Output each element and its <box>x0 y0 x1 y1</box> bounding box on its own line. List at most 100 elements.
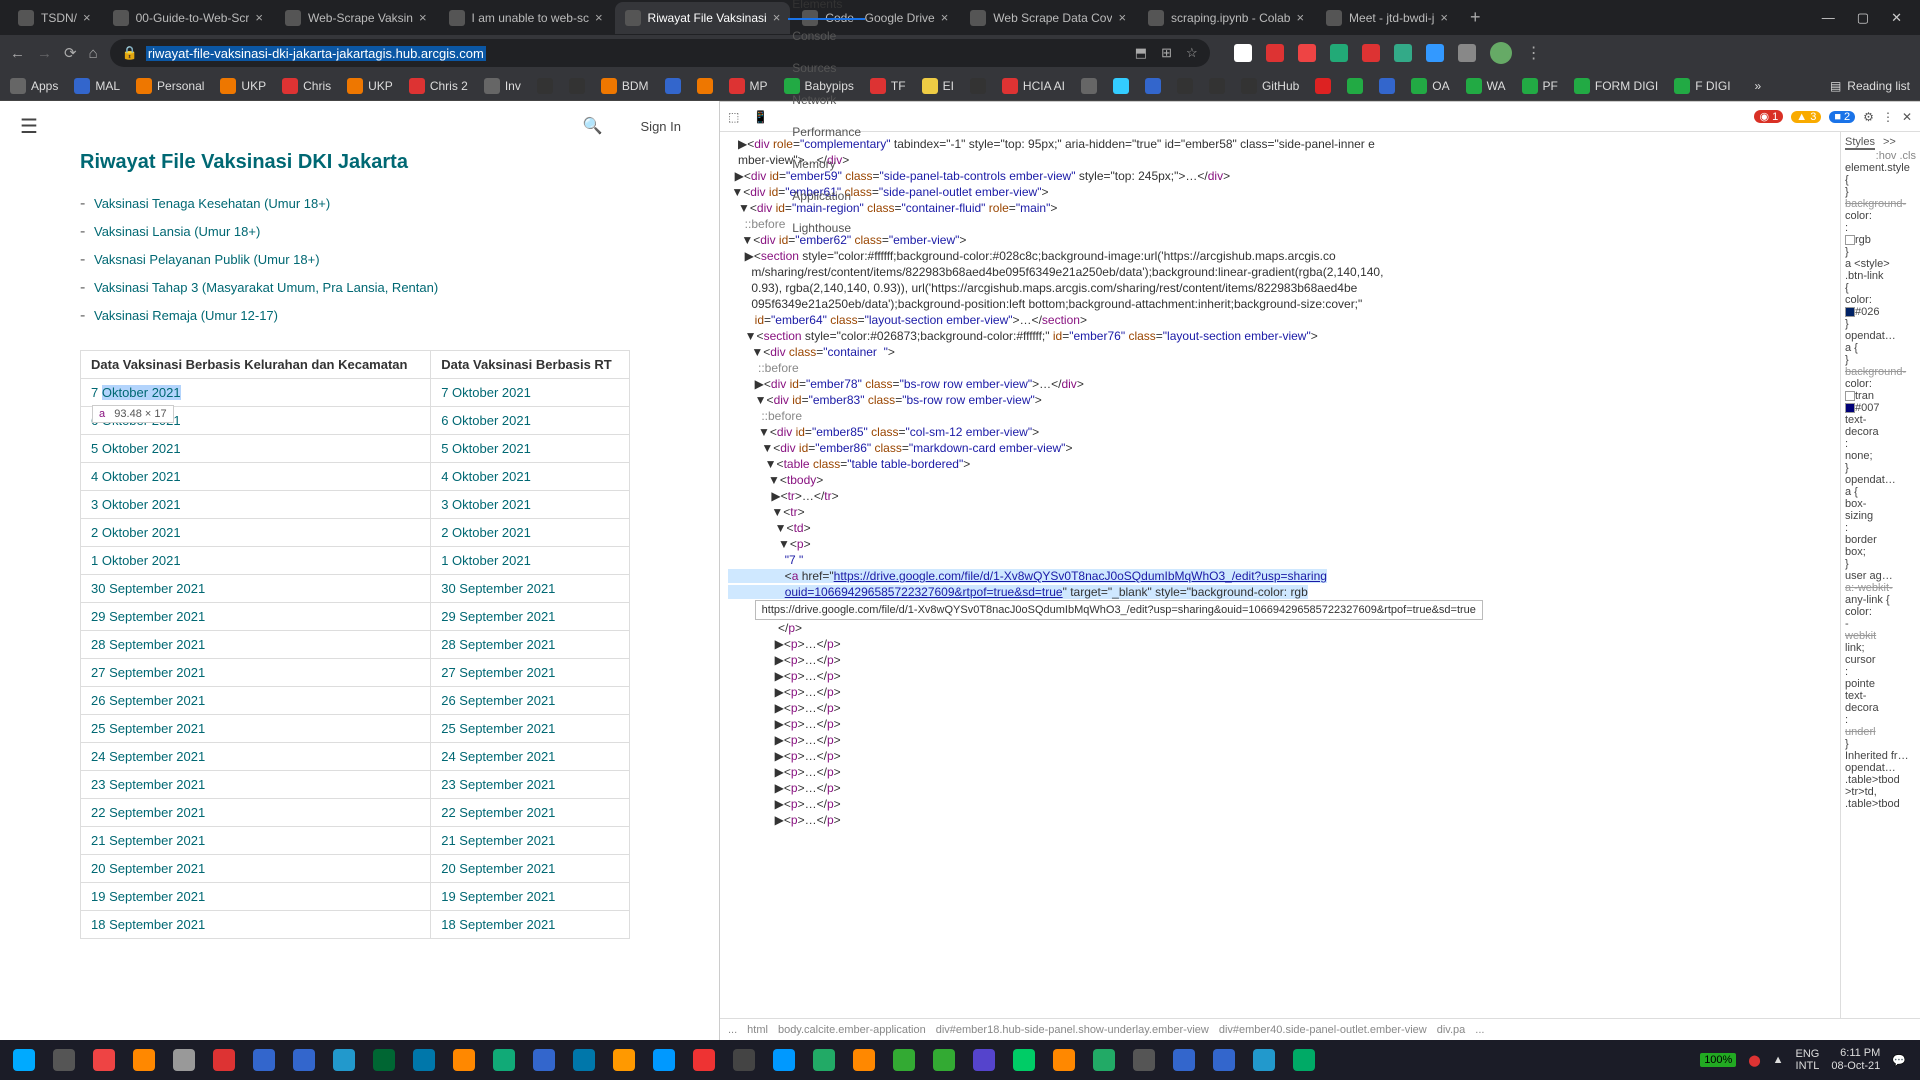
hamburger-icon[interactable]: ☰ <box>20 114 38 139</box>
taskbar-app[interactable] <box>1086 1044 1122 1076</box>
taskbar-app[interactable] <box>846 1044 882 1076</box>
date-link[interactable]: 22 September 2021 <box>441 805 555 820</box>
devtools-tab[interactable]: Lighthouse <box>788 212 865 244</box>
more-icon[interactable]: ⋮ <box>1882 110 1894 124</box>
input-lang[interactable]: ENG <box>1796 1048 1820 1060</box>
date-link[interactable]: 7 Oktober 2021 <box>91 385 181 400</box>
taskbar-app[interactable] <box>1286 1044 1322 1076</box>
search-icon[interactable]: 🔍 <box>583 116 603 136</box>
taskbar-app[interactable] <box>86 1044 122 1076</box>
date-link[interactable]: 2 Oktober 2021 <box>441 525 531 540</box>
date-link[interactable]: 5 Oktober 2021 <box>91 441 181 456</box>
taskbar-app[interactable] <box>206 1044 242 1076</box>
warning-badge[interactable]: ▲ 3 <box>1791 111 1821 123</box>
vaccination-link[interactable]: Vaksnasi Pelayanan Publik (Umur 18+) <box>94 252 320 267</box>
address-bar[interactable]: 🔒 riwayat-file-vaksinasi-dki-jakarta-jak… <box>110 39 1210 67</box>
tab-close-icon[interactable]: × <box>1118 10 1126 25</box>
date-link[interactable]: 3 Oktober 2021 <box>91 497 181 512</box>
taskbar-app[interactable] <box>126 1044 162 1076</box>
bookmark[interactable]: Apps <box>10 78 58 94</box>
bookmark[interactable] <box>970 78 986 94</box>
bookmark[interactable] <box>697 78 713 94</box>
translate-icon[interactable]: ⊞ <box>1161 45 1172 61</box>
taskbar-app[interactable] <box>646 1044 682 1076</box>
bookmark[interactable] <box>569 78 585 94</box>
close-icon[interactable]: ✕ <box>1891 10 1902 26</box>
error-badge[interactable]: ◉ 1 <box>1754 110 1783 123</box>
ext-icon[interactable] <box>1266 44 1284 62</box>
date-link[interactable]: 20 September 2021 <box>91 861 205 876</box>
date-link[interactable]: 26 September 2021 <box>91 693 205 708</box>
bookmark[interactable] <box>1145 78 1161 94</box>
date-link[interactable]: 22 September 2021 <box>91 805 205 820</box>
taskbar-app[interactable] <box>166 1044 202 1076</box>
devtools-tab[interactable]: Application <box>788 180 865 212</box>
bookmark[interactable] <box>1209 78 1225 94</box>
date-link[interactable]: 18 September 2021 <box>441 917 555 932</box>
taskbar-app[interactable] <box>446 1044 482 1076</box>
browser-tab[interactable]: Web Scrape Data Cov× <box>960 2 1136 34</box>
taskbar-app[interactable] <box>1246 1044 1282 1076</box>
taskbar-app[interactable] <box>726 1044 762 1076</box>
browser-tab[interactable]: Web-Scrape Vaksin× <box>275 2 437 34</box>
bookmark[interactable]: Chris <box>282 78 331 94</box>
vaccination-link[interactable]: Vaksinasi Tenaga Kesehatan (Umur 18+) <box>94 196 330 211</box>
taskbar-app[interactable] <box>326 1044 362 1076</box>
info-badge[interactable]: ■ 2 <box>1829 111 1855 123</box>
forward-icon[interactable]: → <box>37 45 52 62</box>
date-link[interactable]: 30 September 2021 <box>441 581 555 596</box>
bookmark[interactable] <box>1113 78 1129 94</box>
date-link[interactable]: 4 Oktober 2021 <box>91 469 181 484</box>
bookmark[interactable]: Personal <box>136 78 204 94</box>
ext-icon[interactable] <box>1298 44 1316 62</box>
gear-icon[interactable]: ⚙ <box>1863 110 1874 124</box>
tab-close-icon[interactable]: × <box>255 10 263 25</box>
date-link[interactable]: 18 September 2021 <box>91 917 205 932</box>
taskbar-app[interactable] <box>966 1044 1002 1076</box>
bookmark[interactable]: TF <box>870 78 906 94</box>
date-link[interactable]: 28 September 2021 <box>441 637 555 652</box>
tab-close-icon[interactable]: × <box>595 10 603 25</box>
date-link[interactable]: 23 September 2021 <box>91 777 205 792</box>
devtools-tab[interactable]: Sources <box>788 52 865 84</box>
bookmark[interactable]: UKP <box>347 78 393 94</box>
taskbar-app[interactable] <box>286 1044 322 1076</box>
ext-icon[interactable] <box>1330 44 1348 62</box>
close-icon[interactable]: ✕ <box>1902 110 1912 124</box>
bookmark[interactable]: EI <box>922 78 954 94</box>
breadcrumb[interactable]: ...htmlbody.calcite.ember-applicationdiv… <box>720 1018 1920 1040</box>
new-tab-button[interactable]: + <box>1460 7 1491 28</box>
taskbar-app[interactable] <box>606 1044 642 1076</box>
bookmark[interactable]: WA <box>1466 78 1506 94</box>
bookmark[interactable]: UKP <box>220 78 266 94</box>
date-link[interactable]: 21 September 2021 <box>91 833 205 848</box>
browser-tab[interactable]: 00-Guide-to-Web-Scr× <box>103 2 273 34</box>
vaccination-link[interactable]: Vaksinasi Tahap 3 (Masyarakat Umum, Pra … <box>94 280 438 295</box>
bookmark[interactable]: MP <box>729 78 768 94</box>
bookmark[interactable]: GitHub <box>1241 78 1299 94</box>
maximize-icon[interactable]: ▢ <box>1857 10 1869 26</box>
notifications-icon[interactable]: 💬 <box>1892 1054 1906 1067</box>
crumb[interactable]: ... <box>1475 1024 1484 1036</box>
date-link[interactable]: 2 Oktober 2021 <box>91 525 181 540</box>
minimize-icon[interactable]: — <box>1822 10 1835 26</box>
taskbar-app[interactable] <box>926 1044 962 1076</box>
ext-icon[interactable] <box>1426 44 1444 62</box>
date-link[interactable]: 25 September 2021 <box>91 721 205 736</box>
taskbar-app[interactable] <box>46 1044 82 1076</box>
taskbar-app[interactable] <box>1126 1044 1162 1076</box>
date-link[interactable]: 24 September 2021 <box>441 749 555 764</box>
taskbar-app[interactable] <box>1166 1044 1202 1076</box>
taskbar-app[interactable] <box>1006 1044 1042 1076</box>
tab-close-icon[interactable]: × <box>419 10 427 25</box>
date-link[interactable]: 28 September 2021 <box>91 637 205 652</box>
taskbar-app[interactable] <box>486 1044 522 1076</box>
inspect-icon[interactable]: ⬚ <box>728 110 739 124</box>
bookmark[interactable]: OA <box>1411 78 1449 94</box>
date-link[interactable]: 7 Oktober 2021 <box>441 385 531 400</box>
menu-icon[interactable]: ⋮ <box>1526 43 1542 63</box>
tab-close-icon[interactable]: × <box>1296 10 1304 25</box>
date-link[interactable]: 4 Oktober 2021 <box>441 469 531 484</box>
date-link[interactable]: 29 September 2021 <box>91 609 205 624</box>
bookmark[interactable]: Inv <box>484 78 521 94</box>
